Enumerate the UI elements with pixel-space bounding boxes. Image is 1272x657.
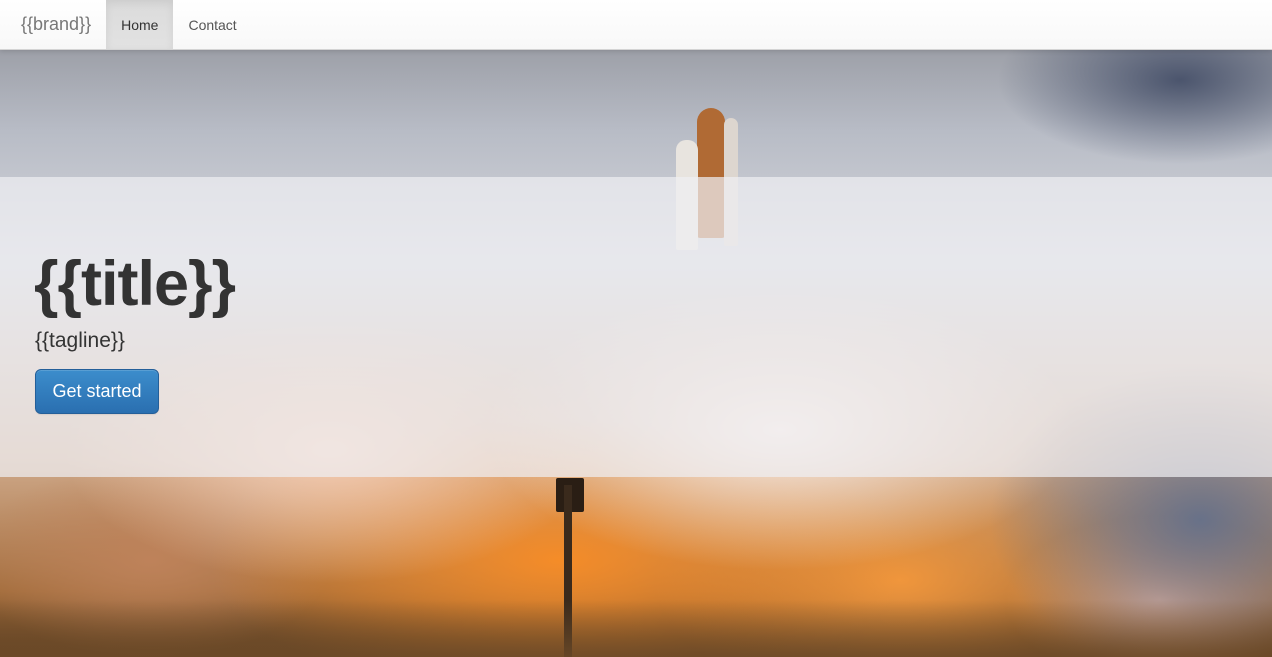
ground (0, 600, 1272, 657)
nav-item-contact[interactable]: Contact (173, 0, 251, 49)
page: {{brand}} Home Contact {{title}} {{tagli… (0, 0, 1272, 657)
hero-tagline: {{tagline}} (35, 329, 125, 352)
get-started-button[interactable]: Get started (35, 369, 159, 414)
navbar-brand[interactable]: {{brand}} (0, 0, 106, 49)
hero-title: {{title}} (34, 249, 236, 319)
nav-item-home[interactable]: Home (106, 0, 174, 49)
jumbotron (0, 177, 1272, 477)
navbar: {{brand}} Home Contact (0, 0, 1272, 50)
